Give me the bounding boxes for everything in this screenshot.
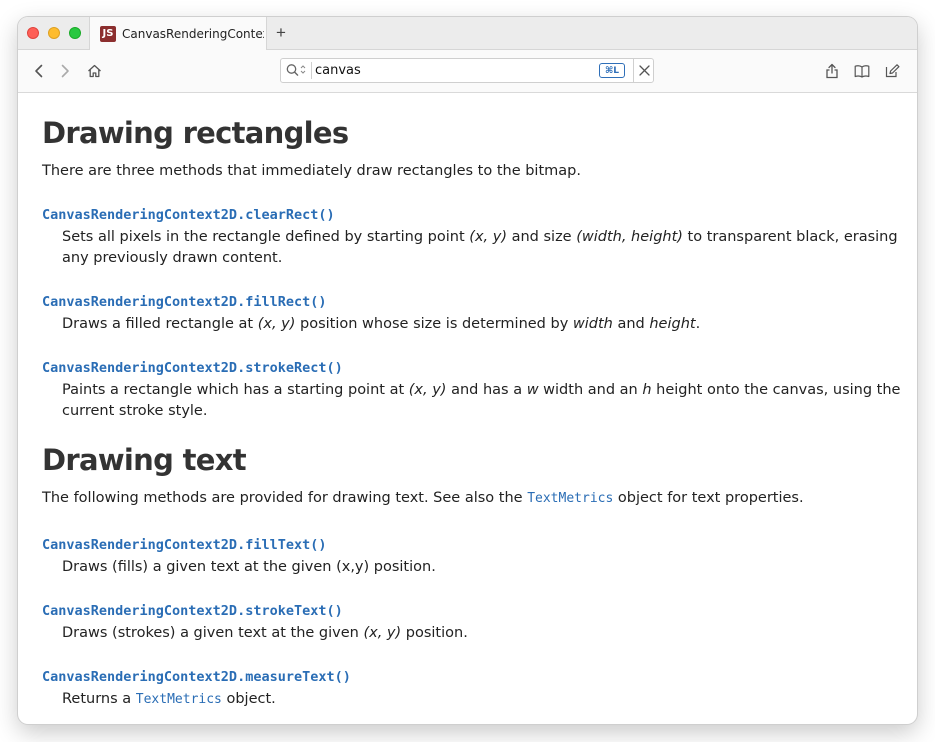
tab-bar: JS CanvasRenderingContext2D + (18, 17, 917, 50)
section-intro: The following methods are provided for d… (42, 490, 804, 506)
search-input[interactable] (315, 62, 565, 79)
link-clear-rect[interactable]: CanvasRenderingContext2D.clearRect() (42, 207, 335, 223)
zoom-window-button[interactable] (69, 27, 81, 39)
url-bar[interactable]: ⌘L (280, 58, 654, 83)
search-icon[interactable] (285, 62, 312, 79)
desc-stroke-rect: Paints a rectangle which has a starting … (62, 382, 901, 419)
share-icon[interactable] (822, 61, 842, 81)
minimize-window-button[interactable] (48, 27, 60, 39)
heading-drawing-text: Drawing text (42, 443, 247, 477)
new-tab-button[interactable]: + (276, 23, 286, 43)
chevron-right-icon[interactable] (55, 61, 75, 81)
desc-stroke-text: Draws (strokes) a given text at the give… (62, 625, 468, 641)
close-icon[interactable] (633, 59, 654, 82)
link-stroke-text[interactable]: CanvasRenderingContext2D.strokeText() (42, 603, 343, 619)
section-intro: There are three methods that immediately… (42, 163, 581, 179)
desc-fill-rect: Draws a filled rectangle at (x, y) posit… (62, 316, 701, 332)
toolbar: ⌘L (18, 50, 917, 93)
link-fill-text[interactable]: CanvasRenderingContext2D.fillText() (42, 537, 326, 553)
js-favicon-icon: JS (100, 26, 116, 42)
link-fill-rect[interactable]: CanvasRenderingContext2D.fillRect() (42, 294, 326, 310)
heading-drawing-rectangles: Drawing rectangles (42, 116, 349, 150)
book-icon[interactable] (852, 61, 872, 81)
browser-window: JS CanvasRenderingContext2D + ⌘L (18, 17, 917, 724)
edit-icon[interactable] (882, 61, 902, 81)
link-measure-text[interactable]: CanvasRenderingContext2D.measureText() (42, 669, 351, 685)
link-text-metrics[interactable]: TextMetrics (136, 692, 222, 707)
link-text-metrics[interactable]: TextMetrics (527, 491, 613, 506)
tab-canvas-rendering-context[interactable]: JS CanvasRenderingContext2D (89, 17, 267, 50)
home-icon[interactable] (84, 61, 104, 81)
close-window-button[interactable] (27, 27, 39, 39)
keyboard-shortcut-badge: ⌘L (599, 63, 625, 78)
desc-fill-text: Draws (fills) a given text at the given … (62, 559, 436, 575)
desc-clear-rect: Sets all pixels in the rectangle defined… (62, 229, 898, 266)
chevron-left-icon[interactable] (29, 61, 49, 81)
tab-title: CanvasRenderingContext2D (122, 27, 264, 41)
desc-measure-text: Returns a TextMetrics object. (62, 691, 276, 707)
link-stroke-rect[interactable]: CanvasRenderingContext2D.strokeRect() (42, 360, 343, 376)
